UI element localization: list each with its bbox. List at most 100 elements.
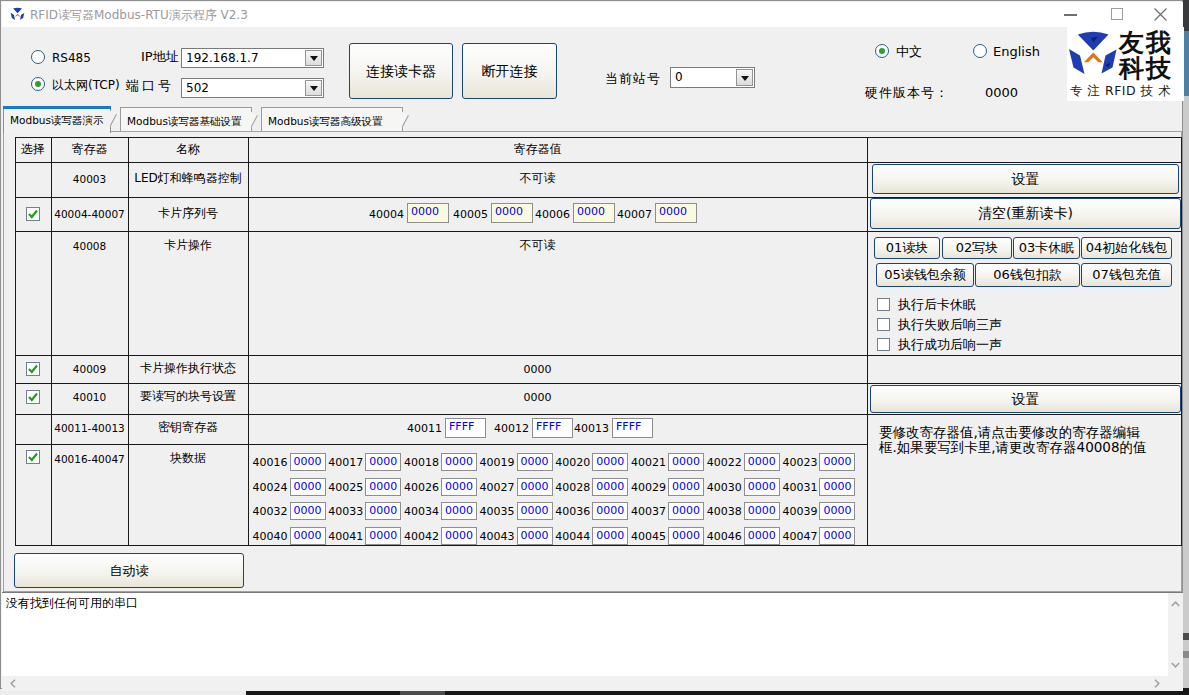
block-field-input[interactable]: 0000 (819, 478, 855, 496)
ethernet-radio[interactable] (31, 77, 45, 91)
ip-dropdown-arrow[interactable] (305, 50, 322, 66)
block-field-input[interactable]: 0000 (668, 527, 704, 545)
ip-address-combobox[interactable]: 192.168.1.7 (181, 48, 324, 68)
serial-field-input[interactable]: 0000 (573, 203, 615, 223)
serial-field-input[interactable]: 0000 (407, 203, 449, 223)
scroll-down-icon[interactable] (1171, 662, 1180, 668)
block-field-input[interactable]: 0000 (290, 527, 326, 545)
row-40008-value: 不可读 (248, 239, 827, 252)
block-field-input[interactable]: 0000 (517, 453, 553, 471)
tab-modbus-demo[interactable]: Modbus读写器演示 (3, 106, 111, 133)
op-checkbox-2[interactable] (877, 318, 890, 331)
block-field-label: 40046 (707, 530, 740, 543)
set-block-button[interactable]: 设置 (870, 385, 1181, 413)
log-textbox[interactable]: 没有找到任何可用的串口 (2, 592, 1183, 690)
connect-reader-button[interactable]: 连接读卡器 (349, 43, 453, 99)
op-button-2[interactable]: 02写块 (942, 237, 1012, 259)
chinese-radio[interactable] (875, 44, 889, 58)
maximize-button[interactable] (1111, 8, 1123, 20)
block-field-input[interactable]: 0000 (744, 527, 780, 545)
english-radio[interactable] (973, 44, 987, 58)
op-button-7[interactable]: 07钱包充值 (1081, 263, 1172, 287)
row-40010-checkbox[interactable] (26, 390, 40, 404)
minimize-button[interactable] (1064, 14, 1077, 16)
op-checkbox-3[interactable] (877, 338, 890, 351)
station-combobox[interactable]: 0 (670, 67, 755, 88)
row-40009-register: 40009 (51, 363, 128, 376)
block-field-input[interactable]: 0000 (819, 453, 855, 471)
scroll-right-icon[interactable] (1154, 679, 1160, 688)
block-field-input[interactable]: 0000 (744, 453, 780, 471)
company-logo: 友我 科技 专 注 RFID 技 术 (1067, 27, 1184, 101)
block-field-input[interactable]: 0000 (290, 478, 326, 496)
station-value: 0 (675, 70, 683, 84)
block-field-input[interactable]: 0000 (592, 478, 628, 496)
block-field-input[interactable]: 0000 (517, 527, 553, 545)
log-vertical-scrollbar[interactable] (1168, 593, 1183, 676)
block-field-input[interactable]: 0000 (441, 527, 477, 545)
row-40009-checkbox[interactable] (26, 362, 40, 376)
block-field-input[interactable]: 0000 (365, 478, 401, 496)
disconnect-button[interactable]: 断开连接 (462, 43, 557, 99)
block-field-input[interactable]: 0000 (441, 453, 477, 471)
table-hline (15, 383, 1182, 384)
rs485-radio[interactable] (31, 50, 45, 64)
log-horizontal-scrollbar[interactable] (2, 676, 1168, 691)
op-button-4[interactable]: 04初始化钱包 (1081, 237, 1172, 259)
block-field-input[interactable]: 0000 (592, 502, 628, 520)
op-button-5[interactable]: 05读钱包余额 (876, 263, 974, 287)
table-hline (15, 355, 1182, 356)
block-field-input[interactable]: 0000 (819, 527, 855, 545)
block-field-input[interactable]: 0000 (365, 502, 401, 520)
block-field-input[interactable]: 0000 (668, 502, 704, 520)
scroll-up-icon[interactable] (1171, 601, 1180, 607)
block-field-label: 40021 (631, 456, 664, 469)
key-field-input[interactable]: FFFF (532, 418, 573, 438)
block-field-input[interactable]: 0000 (744, 502, 780, 520)
row-40016-checkbox[interactable] (26, 450, 40, 464)
block-field-input[interactable]: 0000 (365, 453, 401, 471)
block-field-input[interactable]: 0000 (744, 478, 780, 496)
tab-modbus-advanced-settings[interactable]: Modbus读写器高级设置 (261, 107, 403, 131)
clear-reread-button[interactable]: 清空(重新读卡) (870, 198, 1181, 229)
op-button-1[interactable]: 01读块 (874, 237, 940, 259)
block-field-input[interactable]: 0000 (290, 502, 326, 520)
tab-modbus-basic-settings[interactable]: Modbus读写器基础设置 (120, 107, 252, 131)
auto-read-button[interactable]: 自动读 (14, 553, 244, 588)
port-dropdown-arrow[interactable] (305, 80, 322, 96)
serial-field-input[interactable]: 0000 (491, 203, 533, 223)
op-button-3[interactable]: 03卡休眠 (1013, 237, 1080, 259)
logo-text-line1: 友我 (1119, 30, 1181, 55)
block-field-label: 40037 (631, 505, 664, 518)
port-combobox[interactable]: 502 (181, 78, 324, 98)
block-field-input[interactable]: 0000 (592, 453, 628, 471)
block-field-input[interactable]: 0000 (592, 527, 628, 545)
set-button[interactable]: 设置 (872, 164, 1179, 194)
op-checkbox-label-1: 执行后卡休眠 (898, 297, 976, 312)
screen: RFID读写器Modbus-RTU演示程序 V2.3 RS485 以太网(TCP… (0, 0, 1189, 695)
titlebar: RFID读写器Modbus-RTU演示程序 V2.3 (2, 2, 1183, 27)
block-field-input[interactable]: 0000 (365, 527, 401, 545)
station-dropdown-arrow[interactable] (736, 69, 753, 86)
block-field-input[interactable]: 0000 (441, 478, 477, 496)
edit-hint-line1: 要修改寄存器值,请点击要修改的寄存器编辑 (879, 425, 1169, 440)
serial-field-input[interactable]: 0000 (655, 203, 697, 223)
row-40004-checkbox[interactable] (26, 207, 40, 221)
block-field-input[interactable]: 0000 (517, 478, 553, 496)
block-field-input[interactable]: 0000 (517, 502, 553, 520)
block-field-input[interactable]: 0000 (441, 502, 477, 520)
op-checkbox-1[interactable] (877, 298, 890, 311)
block-field-input[interactable]: 0000 (290, 453, 326, 471)
block-field-label: 40023 (782, 456, 815, 469)
block-field-label: 40039 (782, 505, 815, 518)
key-field-input[interactable]: FFFF (612, 418, 653, 438)
op-button-6[interactable]: 06钱包扣款 (975, 263, 1080, 287)
clear-reread-label: 清空(重新读卡) (978, 199, 1073, 228)
block-field-input[interactable]: 0000 (668, 453, 704, 471)
close-button[interactable] (1153, 7, 1168, 22)
block-field-input[interactable]: 0000 (668, 478, 704, 496)
block-field-label: 40045 (631, 530, 664, 543)
scroll-left-icon[interactable] (10, 679, 16, 688)
block-field-input[interactable]: 0000 (819, 502, 855, 520)
key-field-input[interactable]: FFFF (445, 418, 486, 438)
